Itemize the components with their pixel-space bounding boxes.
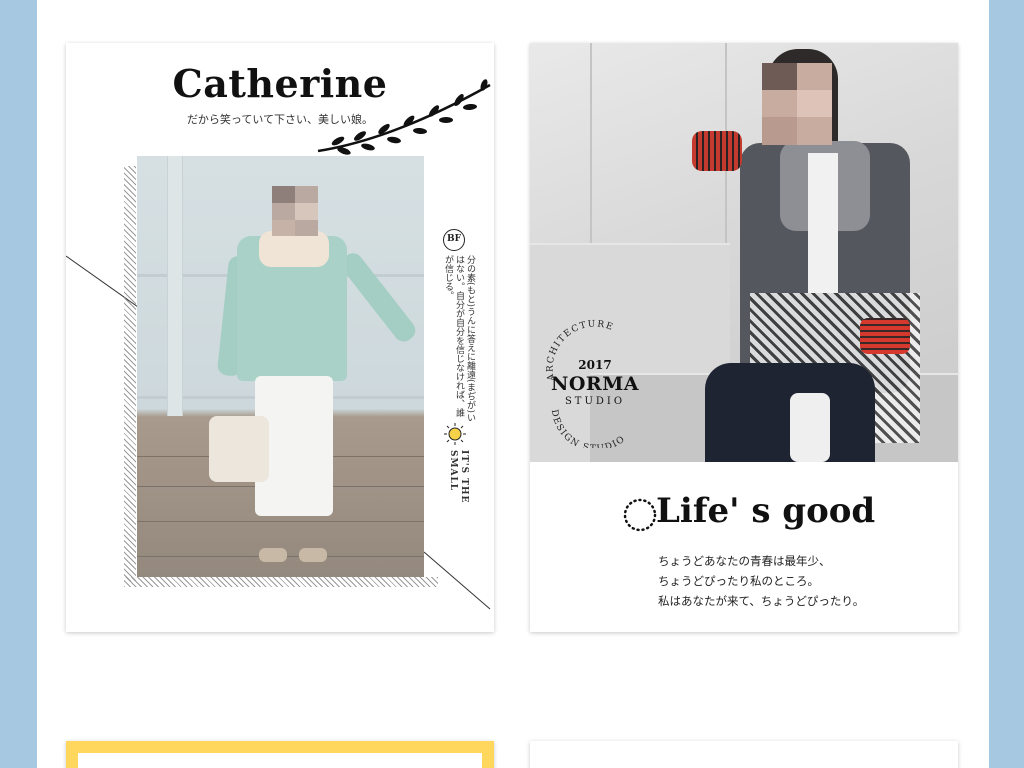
- svg-text:DESIGN STUDIO: DESIGN STUDIO: [549, 409, 628, 448]
- model-photo[interactable]: [137, 156, 424, 577]
- hatch-decoration: [124, 166, 136, 581]
- body-line: ちょうどぴったり私のところ。: [658, 574, 819, 588]
- branch-icon: [317, 79, 491, 155]
- sun-icon: [444, 423, 466, 445]
- stamp-year: 2017: [578, 358, 612, 372]
- norma-studio-stamp: ARCHITECTURE DESIGN STUDIO 2017 NORMA ST…: [540, 318, 650, 448]
- template-card-yellow[interactable]: [66, 741, 494, 768]
- content-canvas: Catherine だから笑っていて下さい、美しい娘。 BF 分の素(もと)うん…: [37, 0, 989, 768]
- card-inner: [78, 753, 482, 768]
- stamp-bottom-arc: DESIGN STUDIO: [549, 409, 627, 448]
- headline-group: Life' s good: [622, 491, 882, 539]
- hatch-decoration: [124, 577, 438, 587]
- template-card-lifes-good[interactable]: ARCHITECTURE DESIGN STUDIO 2017 NORMA ST…: [530, 43, 958, 632]
- small-caption: IT'S THE SMALL: [448, 450, 469, 504]
- stamp-name: NORMA: [551, 373, 639, 395]
- template-card-white[interactable]: [530, 741, 958, 768]
- bf-badge: BF: [443, 229, 465, 251]
- vertical-text: 分の素(もと)うんに答えに離遠(まぢが)いはない。自分が自分を信じなければ、誰が…: [443, 255, 475, 423]
- stamp-studio: STUDIO: [564, 396, 626, 407]
- dotted-circle-icon: [623, 498, 657, 532]
- body-line: 私はあなたが来て、ちょうどぴったり。: [658, 594, 865, 608]
- body-text: ちょうどあなたの青春は最年少、 ちょうどぴったり私のところ。 私はあなたが来て、…: [658, 551, 948, 611]
- model-photo[interactable]: ARCHITECTURE DESIGN STUDIO 2017 NORMA ST…: [530, 43, 958, 462]
- headline: Life' s good: [656, 491, 876, 531]
- template-card-catherine[interactable]: Catherine だから笑っていて下さい、美しい娘。 BF 分の素(もと)うん…: [66, 43, 494, 632]
- body-line: ちょうどあなたの青春は最年少、: [658, 554, 831, 568]
